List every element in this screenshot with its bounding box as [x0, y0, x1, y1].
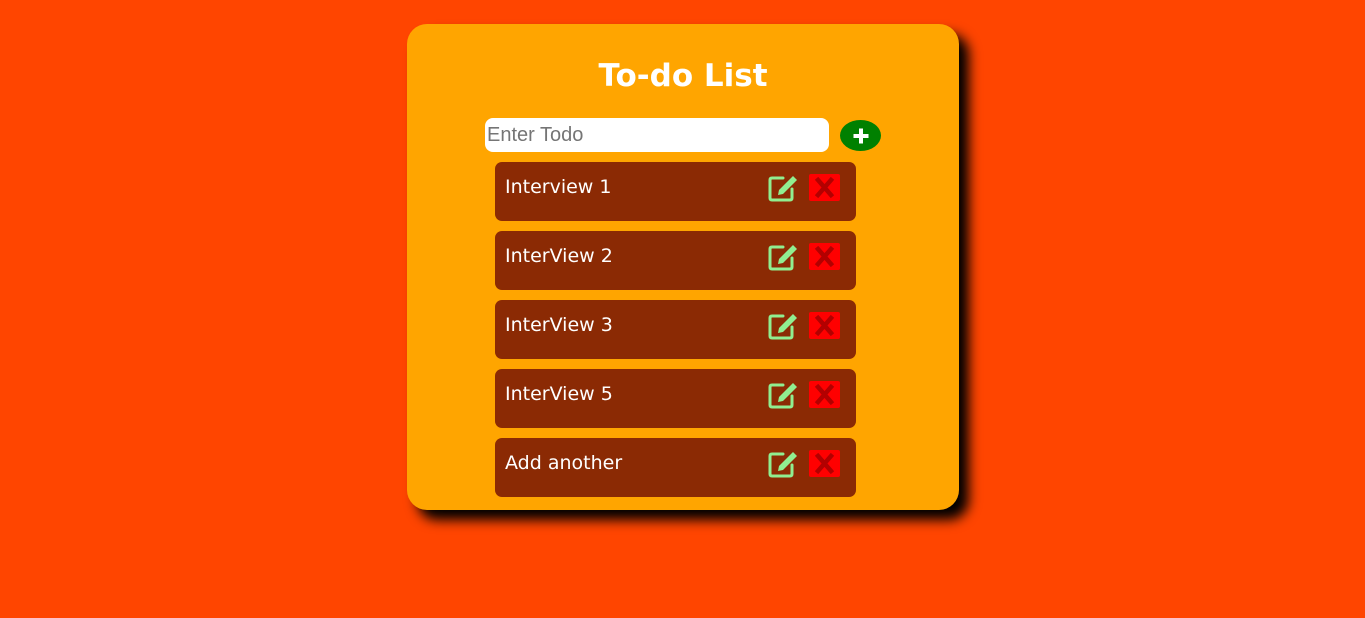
- todo-item: InterView 3: [495, 300, 856, 359]
- delete-button[interactable]: [809, 312, 840, 339]
- edit-icon: [768, 245, 797, 271]
- todo-list: Interview 1 InterView 2 InterView 3 Inte…: [495, 162, 856, 507]
- close-icon: [814, 452, 835, 475]
- close-icon: [814, 176, 835, 199]
- edit-icon: [768, 176, 797, 202]
- edit-icon: [768, 452, 797, 478]
- todo-item: Interview 1: [495, 162, 856, 221]
- delete-button[interactable]: [809, 174, 840, 201]
- todo-input[interactable]: [485, 118, 829, 152]
- edit-button[interactable]: [767, 241, 800, 272]
- close-icon: [814, 245, 835, 268]
- todo-item: Add another: [495, 438, 856, 497]
- todo-text: InterView 2: [505, 245, 613, 267]
- edit-button[interactable]: [767, 379, 800, 410]
- delete-button[interactable]: [809, 243, 840, 270]
- todo-item: InterView 5: [495, 369, 856, 428]
- close-icon: [814, 314, 835, 337]
- add-todo-button[interactable]: [840, 120, 881, 151]
- edit-button[interactable]: [767, 448, 800, 479]
- edit-button[interactable]: [767, 310, 800, 341]
- todo-text: Interview 1: [505, 176, 612, 198]
- delete-button[interactable]: [809, 381, 840, 408]
- edit-icon: [768, 383, 797, 409]
- close-icon: [814, 383, 835, 406]
- edit-icon: [768, 314, 797, 340]
- todo-text: Add another: [505, 452, 623, 474]
- todo-text: InterView 3: [505, 314, 613, 336]
- page-title: To-do List: [598, 58, 768, 94]
- todo-text: InterView 5: [505, 383, 613, 405]
- delete-button[interactable]: [809, 450, 840, 477]
- todo-card: To-do List Interview 1 InterView 2: [407, 24, 959, 510]
- plus-icon: [853, 128, 868, 143]
- edit-button[interactable]: [767, 172, 800, 203]
- todo-item: InterView 2: [495, 231, 856, 290]
